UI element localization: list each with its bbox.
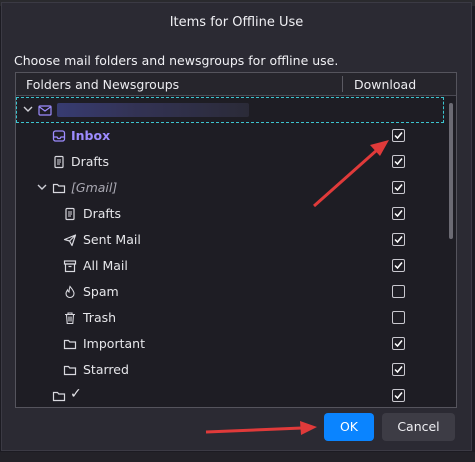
tree-row-label: Drafts	[71, 154, 110, 169]
drafts-icon	[65, 207, 75, 221]
tree-row-label: Spam	[83, 284, 119, 299]
dialog-title: Items for Offline Use	[169, 15, 304, 30]
download-checkbox-trash[interactable]	[392, 311, 405, 324]
tree-row-label: Drafts	[83, 206, 122, 221]
scrollbar-thumb[interactable]	[449, 103, 453, 239]
tree-row-sent-mail[interactable]: Sent Mail	[16, 227, 444, 253]
download-checkbox-drafts[interactable]	[392, 155, 405, 168]
inbox-icon	[52, 130, 66, 142]
archive-icon	[63, 260, 77, 273]
tree-row-gmail[interactable]: [Gmail]	[16, 175, 444, 201]
tree-row-gmail-drafts[interactable]: Drafts	[16, 201, 444, 227]
tree-row-inbox[interactable]: Inbox	[16, 123, 444, 149]
background-window-edge	[0, 452, 475, 462]
folder-icon	[63, 339, 77, 350]
sent-icon	[63, 234, 77, 247]
tree-row-account[interactable]	[16, 97, 444, 123]
tree-row-spam[interactable]: Spam	[16, 279, 444, 305]
folder-icon	[52, 391, 66, 402]
download-checkbox-gmail[interactable]	[392, 181, 405, 194]
tree-row-drafts[interactable]: Drafts	[16, 149, 444, 175]
tree-row-label: [Gmail]	[71, 180, 118, 195]
tree-row-trash[interactable]: Trash	[16, 305, 444, 331]
column-separator[interactable]	[342, 76, 343, 92]
drafts-icon	[54, 155, 64, 169]
download-checkbox-checkmark-folder[interactable]	[392, 389, 405, 402]
tree-row-label: Sent Mail	[83, 232, 141, 247]
tree-row-label: All Mail	[83, 258, 128, 273]
tree-row-label: Trash	[83, 310, 117, 325]
chevron-down-icon[interactable]	[36, 181, 48, 193]
dialog-description: Choose mail folders and newsgroups for o…	[14, 53, 339, 68]
tree-row-label: Starred	[83, 362, 129, 377]
tree-row-label: Inbox	[71, 128, 111, 143]
download-checkbox-sent-mail[interactable]	[392, 233, 405, 246]
download-checkbox-spam[interactable]	[392, 285, 405, 298]
trash-icon	[65, 312, 75, 325]
tree-row-label: Important	[83, 336, 145, 351]
tree-row-starred[interactable]: Starred	[16, 357, 444, 383]
tree-header: Folders and Newsgroups Download	[16, 73, 456, 96]
offline-items-dialog: Items for Offline Use Choose mail folder…	[1, 2, 472, 451]
ok-button[interactable]: OK	[324, 413, 374, 441]
tree-scrollbar[interactable]	[448, 97, 454, 397]
chevron-down-icon[interactable]	[22, 103, 34, 115]
column-header-folders[interactable]: Folders and Newsgroups	[26, 77, 179, 92]
redacted-account-name	[57, 103, 249, 117]
download-checkbox-gmail-drafts[interactable]	[392, 207, 405, 220]
download-checkbox-inbox[interactable]	[392, 129, 405, 142]
spam-icon	[65, 285, 75, 299]
column-header-download[interactable]: Download	[354, 77, 416, 92]
tree-row-all-mail[interactable]: All Mail	[16, 253, 444, 279]
mail-account-icon	[38, 105, 52, 116]
tree-row-important[interactable]: Important	[16, 331, 444, 357]
folder-icon	[63, 365, 77, 376]
tree-row-label: ✓	[70, 386, 82, 402]
download-checkbox-starred[interactable]	[392, 363, 405, 376]
download-checkbox-all-mail[interactable]	[392, 259, 405, 272]
tree-row-checkmark-folder[interactable]: ✓	[16, 383, 444, 407]
folder-icon	[52, 183, 66, 194]
folders-tree[interactable]: Folders and Newsgroups Download Inbox Dr…	[15, 72, 457, 408]
download-checkbox-important[interactable]	[392, 337, 405, 350]
cancel-button[interactable]: Cancel	[382, 413, 455, 441]
